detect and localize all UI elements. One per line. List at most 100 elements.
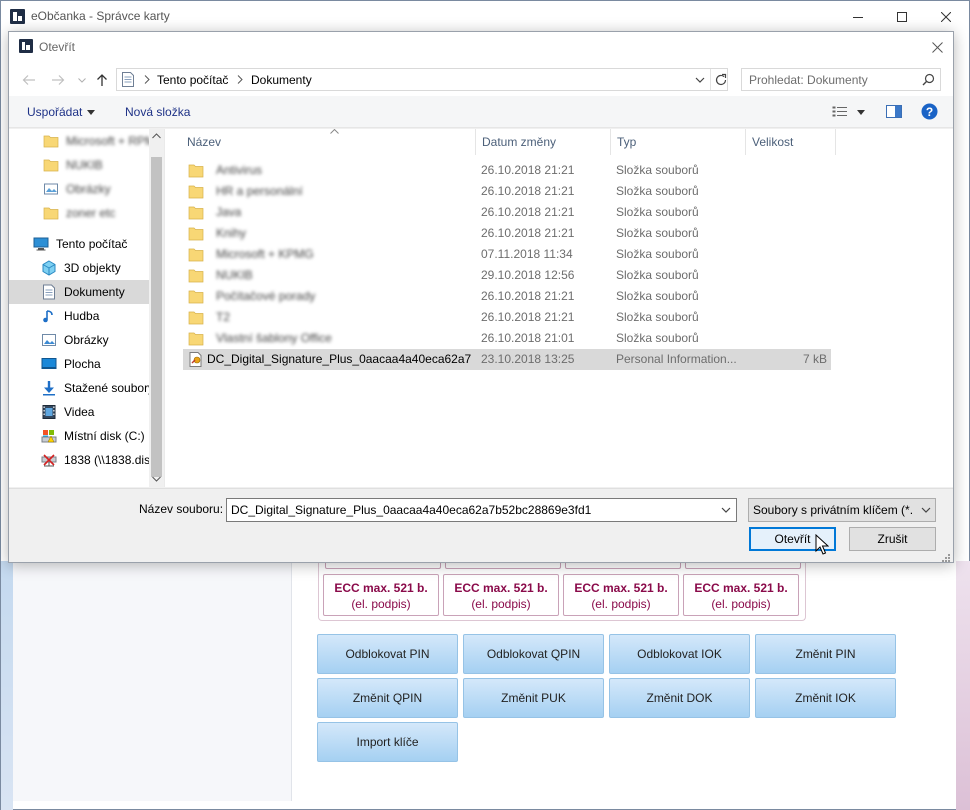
nav-item-quick-folder[interactable]: NUKIB (43, 153, 149, 177)
nav-item-label: Microsoft + RPM (66, 134, 149, 148)
file-type: Složka souborů (616, 205, 699, 219)
ecc-key-slot[interactable]: ECC max. 521 b. (el. podpis) (443, 574, 559, 616)
computer-icon (33, 237, 49, 251)
help-icon[interactable]: ? (921, 103, 938, 120)
nav-pane-scrollbar[interactable] (149, 129, 164, 487)
videos-icon (42, 405, 56, 419)
file-row[interactable]: Java 26.10.2018 21:21 Složka souborů (183, 202, 831, 223)
file-row[interactable]: HR a personální 26.10.2018 21:21 Složka … (183, 181, 831, 202)
refresh-icon[interactable] (713, 71, 729, 89)
nav-item-music[interactable]: Hudba (41, 304, 149, 328)
back-button[interactable] (20, 71, 38, 89)
filename-input[interactable]: DC_Digital_Signature_Plus_0aacaa4a40eca6… (226, 498, 737, 522)
file-type: Složka souborů (616, 289, 699, 303)
file-row-selected[interactable]: DC_Digital_Signature_Plus_0aacaa4a40eca6… (183, 349, 831, 370)
chevron-down-icon[interactable] (692, 73, 708, 87)
organize-button[interactable]: Uspořádat (27, 105, 82, 119)
nav-item-label: Plocha (64, 357, 101, 371)
unblock-iok-button[interactable]: Odblokovat IOK (609, 634, 750, 674)
recent-locations-button[interactable] (73, 71, 91, 89)
column-header-date[interactable]: Datum změny (482, 129, 556, 155)
cancel-button[interactable]: Zrušit (849, 527, 936, 551)
column-header-size[interactable]: Velikost (752, 129, 793, 155)
file-date: 26.10.2018 21:21 (481, 184, 575, 198)
filename-value: DC_Digital_Signature_Plus_0aacaa4a40eca6… (231, 503, 592, 517)
column-header-name[interactable]: Název (187, 129, 221, 155)
nav-item-downloads[interactable]: Stažené soubory (41, 376, 149, 400)
caret-down-icon[interactable] (857, 110, 865, 115)
chevron-down-icon[interactable] (720, 505, 732, 515)
file-row[interactable]: NUKIB 29.10.2018 12:56 Složka souborů (183, 265, 831, 286)
file-type: Složka souborů (616, 331, 699, 345)
change-iok-button[interactable]: Změnit IOK (755, 678, 896, 718)
nav-item-label: Hudba (64, 309, 100, 323)
forward-button[interactable] (49, 71, 67, 89)
ecc-key-slot[interactable]: ECC max. 521 b. (el. podpis) (563, 574, 679, 616)
scroll-up-icon[interactable] (152, 133, 161, 139)
nav-item-documents[interactable]: Dokumenty (9, 280, 149, 304)
new-folder-button[interactable]: Nová složka (125, 105, 190, 119)
change-pin-button[interactable]: Změnit PIN (755, 634, 896, 674)
nav-item-network-drive[interactable]: 1838 (\\1838.disk (41, 448, 149, 472)
documents-icon (122, 72, 134, 87)
search-input[interactable]: Prohledat: Dokumenty (741, 68, 941, 91)
column-divider[interactable] (610, 129, 611, 155)
nav-item-3d-objects[interactable]: 3D objekty (41, 256, 149, 280)
ecc-key-slot[interactable]: ECC max. 521 b. (el. podpis) (683, 574, 799, 616)
address-bar[interactable]: Tento počítač Dokumenty (116, 68, 728, 91)
file-row[interactable]: Počítačové porady 26.10.2018 21:21 Složk… (183, 286, 831, 307)
file-row[interactable]: Microsoft + KPMG 07.11.2018 11:34 Složka… (183, 244, 831, 265)
unblock-pin-button[interactable]: Odblokovat PIN (317, 634, 458, 674)
file-name: Antivirus (216, 163, 263, 177)
dialog-close-button[interactable] (925, 36, 949, 58)
import-key-button[interactable]: Import klíče (317, 722, 458, 762)
up-button[interactable] (93, 71, 111, 89)
breadcrumb-this-pc[interactable]: Tento počítač (157, 73, 228, 87)
file-row[interactable]: T2 26.10.2018 21:21 Složka souborů (183, 307, 831, 328)
scroll-down-icon[interactable] (152, 476, 161, 482)
breadcrumb-documents[interactable]: Dokumenty (251, 73, 312, 87)
close-icon (941, 11, 951, 22)
nav-item-quick-folder[interactable]: Microsoft + RPM (43, 129, 149, 153)
file-list: Název Datum změny Typ Velikost Antivirus… (164, 129, 953, 487)
preview-pane-icon[interactable] (886, 105, 902, 118)
folder-icon (188, 290, 204, 304)
nav-item-videos[interactable]: Videa (41, 400, 149, 424)
column-divider[interactable] (835, 129, 836, 155)
filename-label: Název souboru: (139, 502, 224, 516)
file-row[interactable]: Knihy 26.10.2018 21:21 Složka souborů (183, 223, 831, 244)
documents-icon (43, 284, 55, 300)
ecc-key-slot[interactable]: ECC max. 521 b. (el. podpis) (323, 574, 439, 616)
nav-item-quick-folder[interactable]: zoner etc (43, 201, 149, 225)
column-header-type[interactable]: Typ (617, 129, 636, 155)
file-row[interactable]: Antivirus 26.10.2018 21:21 Složka soubor… (183, 160, 831, 181)
file-name: Microsoft + KPMG (216, 247, 314, 261)
svg-text:?: ? (926, 105, 933, 119)
file-name: Knihy (216, 226, 247, 240)
unblock-qpin-button[interactable]: Odblokovat QPIN (463, 634, 604, 674)
column-divider[interactable] (745, 129, 746, 155)
nav-item-quick-pictures[interactable]: Obrázky (43, 177, 149, 201)
local-disk-icon (41, 430, 57, 443)
minimize-button[interactable] (835, 1, 881, 32)
nav-item-this-pc[interactable]: Tento počítač (33, 232, 149, 256)
file-name: NUKIB (216, 268, 253, 282)
nav-item-desktop[interactable]: Plocha (41, 352, 149, 376)
change-dok-button[interactable]: Změnit DOK (609, 678, 750, 718)
navigation-bar: Tento počítač Dokumenty Prohledat: Dokum… (9, 62, 953, 96)
view-options-icon[interactable] (832, 106, 848, 118)
nav-item-local-disk[interactable]: Místní disk (C:) (41, 424, 149, 448)
music-icon (43, 310, 53, 323)
scrollbar-thumb[interactable] (151, 157, 162, 477)
column-divider[interactable] (475, 129, 476, 155)
maximize-button[interactable] (879, 1, 925, 32)
file-row[interactable]: Vlastní šablony Office 26.10.2018 21:01 … (183, 328, 831, 349)
change-qpin-button[interactable]: Změnit QPIN (317, 678, 458, 718)
nav-item-pictures[interactable]: Obrázky (41, 328, 149, 352)
file-type-filter-select[interactable]: Soubory s privátním klíčem (*.pfx) (748, 498, 936, 522)
change-puk-button[interactable]: Změnit PUK (463, 678, 604, 718)
downloads-icon (43, 381, 55, 396)
resize-grip-icon[interactable] (939, 551, 951, 563)
app-left-strip (1, 561, 13, 810)
close-button[interactable] (923, 1, 969, 32)
